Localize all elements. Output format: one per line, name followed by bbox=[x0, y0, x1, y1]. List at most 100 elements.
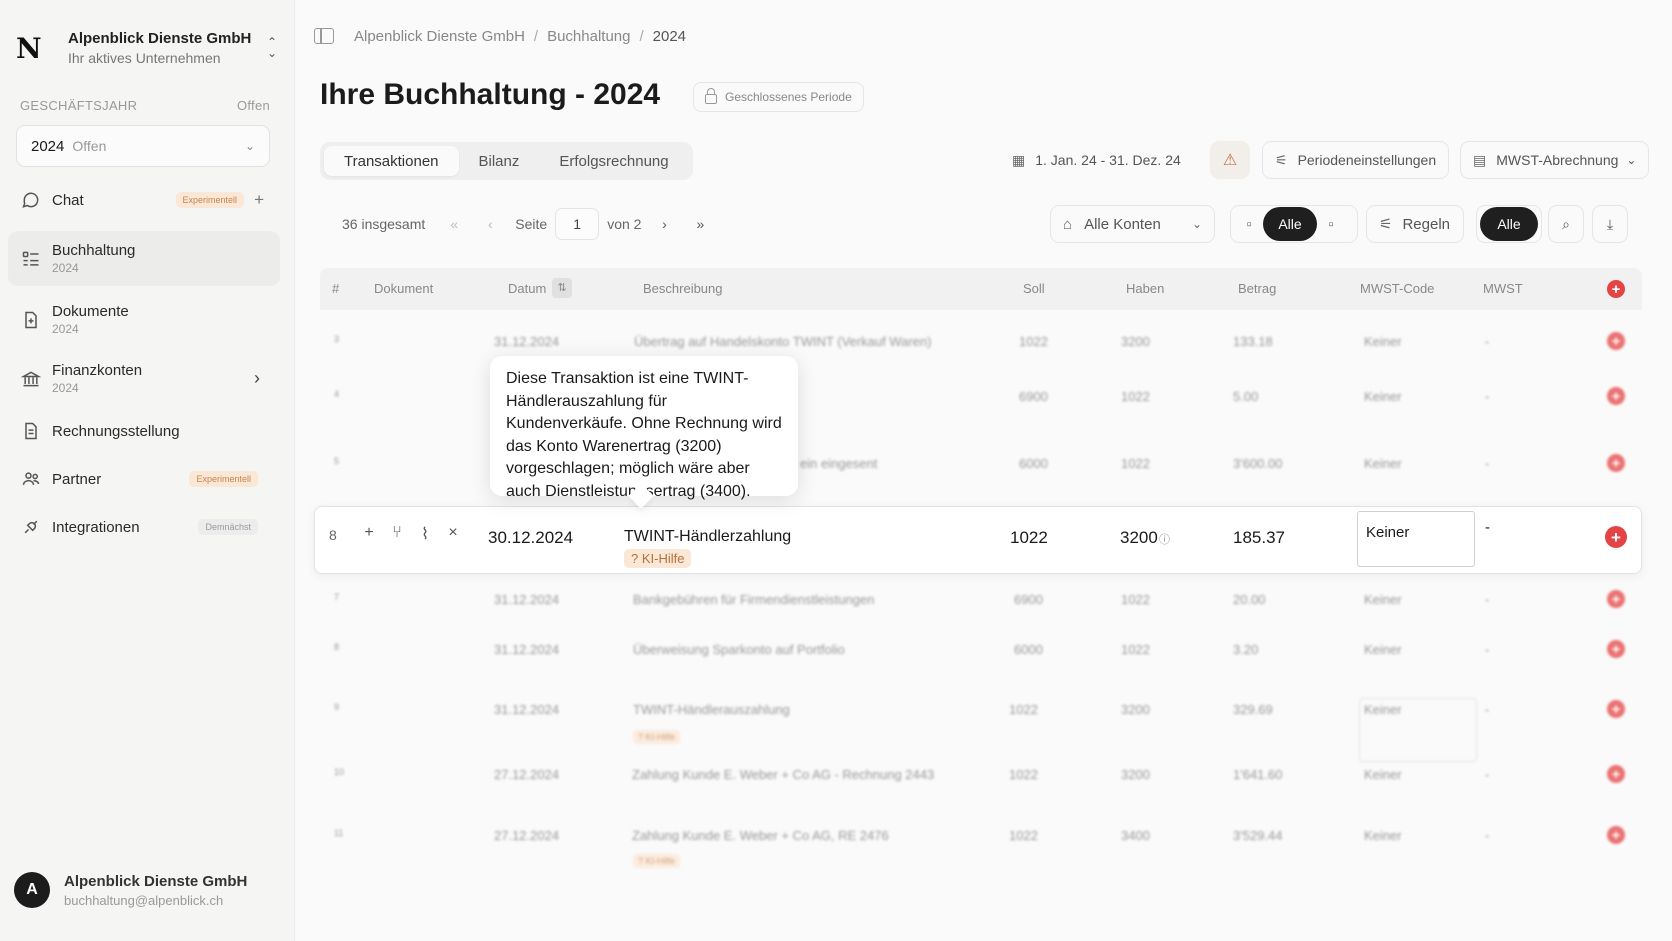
rules-button[interactable]: ⚟ Regeln bbox=[1366, 205, 1464, 243]
row-credit: 3200 bbox=[1121, 334, 1150, 349]
document-icon: ▤ bbox=[1473, 151, 1487, 168]
row-debit: 6000 bbox=[1014, 642, 1043, 657]
focused-table-row[interactable]: 8 + ⑂ ⌇ × 30.12.2024 TWINT-Händlerzahlun… bbox=[314, 506, 1642, 574]
row-debit: 1022 bbox=[1019, 334, 1048, 349]
sidebar-item-finanzkonten[interactable]: Finanzkonten 2024 › bbox=[8, 351, 280, 406]
info-icon[interactable]: ⓘ bbox=[1159, 531, 1170, 547]
users-icon bbox=[20, 468, 42, 490]
last-page-icon[interactable]: » bbox=[687, 211, 713, 237]
ki-help-tag[interactable]: ? KI-Hilfe bbox=[624, 549, 692, 568]
sidebar-item-integrationen[interactable]: Integrationen Demnächst bbox=[8, 509, 280, 545]
row-num: 7 bbox=[334, 592, 340, 602]
vat-report-button[interactable]: ▤ MWST-Abrechnung ⌄ bbox=[1460, 141, 1650, 179]
chevron-right-icon[interactable]: › bbox=[254, 368, 260, 389]
ki-help-tooltip: Diese Transaktion ist eine TWINT-Händler… bbox=[490, 356, 798, 500]
sidebar-item-chat[interactable]: Chat Experimentell + bbox=[8, 182, 280, 218]
sidebar-item-label: Buchhaltung bbox=[52, 242, 136, 259]
document-filter-all[interactable]: Alle bbox=[1263, 207, 1317, 241]
add-row-icon[interactable]: + bbox=[1607, 765, 1625, 783]
search-icon[interactable]: ⌕ bbox=[1548, 205, 1584, 243]
accounts-filter[interactable]: ⌂ Alle Konten ⌄ bbox=[1050, 205, 1215, 243]
row-debit[interactable]: 1022 bbox=[1010, 528, 1048, 548]
row-vat: - bbox=[1485, 828, 1490, 843]
sidebar-item-sub: 2024 bbox=[52, 322, 79, 336]
first-page-icon[interactable]: « bbox=[441, 211, 467, 237]
add-row-icon[interactable]: + bbox=[1605, 526, 1627, 548]
tab-erfolgsrechnung[interactable]: Erfolgsrechnung bbox=[539, 146, 688, 176]
all-filter-button[interactable]: Alle bbox=[1480, 207, 1538, 241]
fiscal-year-header: GESCHÄFTSJAHR Offen bbox=[20, 98, 270, 113]
row-description: Überweisung Sparkonto auf Portfolio bbox=[633, 642, 845, 657]
close-icon[interactable]: × bbox=[439, 524, 467, 544]
page-number-input[interactable]: 1 bbox=[555, 208, 600, 240]
row-amount[interactable]: 185.37 bbox=[1233, 528, 1285, 548]
warning-icon[interactable]: ⚠ bbox=[1210, 141, 1250, 179]
row-description[interactable]: TWINT-Händlerzahlung bbox=[624, 528, 791, 546]
row-num: 3 bbox=[334, 334, 340, 344]
add-row-icon[interactable]: + bbox=[1607, 826, 1625, 844]
col-description[interactable]: Beschreibung bbox=[643, 281, 723, 296]
row-date: 31.12.2024 bbox=[494, 334, 560, 349]
row-date: 31.12.2024 bbox=[494, 642, 560, 657]
add-row-icon[interactable]: + bbox=[1607, 700, 1625, 718]
add-row-icon[interactable]: + bbox=[1607, 332, 1625, 350]
col-date[interactable]: Datum bbox=[508, 281, 546, 296]
add-row-icon[interactable]: + bbox=[1607, 387, 1625, 405]
chevron-up-down-icon[interactable]: ⌃ ⌄ bbox=[262, 34, 282, 62]
paperclip-icon[interactable]: ⌇ bbox=[411, 524, 439, 544]
row-vat-code: Keiner bbox=[1364, 828, 1402, 843]
ki-hint-tag[interactable]: ? KI-Hilfe bbox=[633, 730, 681, 744]
next-page-icon[interactable]: › bbox=[651, 211, 677, 237]
row-debit: 1022 bbox=[1009, 767, 1038, 782]
breadcrumb-item[interactable]: Buchhaltung bbox=[547, 28, 630, 45]
tab-transaktionen[interactable]: Transaktionen bbox=[324, 146, 459, 176]
plus-icon[interactable]: + bbox=[355, 524, 383, 544]
row-date: 31.12.2024 bbox=[494, 592, 560, 607]
period-settings-button[interactable]: ⚟ Periodeneinstellungen bbox=[1262, 141, 1450, 179]
ki-hint-tag[interactable]: ? KI-Hilfe bbox=[633, 854, 681, 868]
workspace-switcher[interactable]: N Alpenblick Dienste GmbH Ihr aktives Un… bbox=[16, 22, 282, 74]
document-missing-icon[interactable]: ▫ bbox=[1235, 216, 1263, 233]
user-profile[interactable]: A Alpenblick Dienste GmbH buchhaltung@al… bbox=[14, 872, 247, 908]
row-debit: 1022 bbox=[1009, 702, 1038, 717]
row-date[interactable]: 30.12.2024 bbox=[488, 528, 573, 548]
plus-icon[interactable]: + bbox=[254, 190, 264, 210]
date-range-picker[interactable]: ▦ 1. Jan. 24 - 31. Dez. 24 bbox=[1000, 141, 1193, 179]
vat-code-input[interactable]: Keiner bbox=[1357, 511, 1475, 567]
document-icon bbox=[20, 309, 42, 331]
row-amount: 1'641.60 bbox=[1233, 767, 1283, 782]
sidebar-item-label: Rechnungsstellung bbox=[52, 422, 180, 440]
period-settings-label: Periodeneinstellungen bbox=[1297, 152, 1437, 168]
row-debit: 6900 bbox=[1019, 389, 1048, 404]
row-vat-code: Keiner bbox=[1364, 456, 1402, 471]
sidebar-item-rechnungsstellung[interactable]: Rechnungsstellung bbox=[8, 413, 280, 449]
breadcrumb-item[interactable]: Alpenblick Dienste GmbH bbox=[354, 28, 525, 45]
fiscal-year-select[interactable]: 2024 Offen ⌄ bbox=[16, 125, 270, 167]
download-icon[interactable]: ⤓ bbox=[1592, 205, 1628, 243]
split-icon[interactable]: ⑂ bbox=[383, 524, 411, 544]
sidebar-item-dokumente[interactable]: Dokumente 2024 bbox=[8, 292, 280, 347]
prev-page-icon[interactable]: ‹ bbox=[477, 211, 503, 237]
fiscal-year-selected-status: Offen bbox=[72, 138, 107, 154]
page-of-label: von 2 bbox=[607, 216, 642, 232]
closed-period-badge: Geschlossenes Periode bbox=[693, 82, 864, 112]
tab-bilanz[interactable]: Bilanz bbox=[459, 146, 540, 176]
add-row-icon[interactable]: + bbox=[1607, 590, 1625, 608]
document-attached-icon[interactable]: ▫ bbox=[1317, 216, 1345, 233]
row-credit: 1022 bbox=[1121, 456, 1150, 471]
row-num: 8 bbox=[329, 527, 337, 543]
add-row-icon[interactable]: + bbox=[1607, 280, 1625, 298]
sidebar-item-sub: 2024 bbox=[52, 261, 79, 275]
add-row-icon[interactable]: + bbox=[1607, 454, 1625, 472]
sort-icon[interactable]: ⇅ bbox=[552, 278, 572, 298]
period-badge-label: Geschlossenes Periode bbox=[725, 90, 852, 104]
sidebar-item-partner[interactable]: Partner Experimentell bbox=[8, 461, 280, 497]
sidebar-toggle-icon[interactable] bbox=[314, 28, 334, 44]
document-filter-group: ▫ Alle ▫ bbox=[1230, 205, 1358, 243]
avatar: A bbox=[14, 872, 50, 908]
breadcrumb: Alpenblick Dienste GmbH / Buchhaltung / … bbox=[314, 24, 686, 48]
sidebar-item-buchhaltung[interactable]: Buchhaltung 2024 bbox=[8, 231, 280, 286]
row-vat: - bbox=[1485, 702, 1490, 717]
row-credit[interactable]: 3200 bbox=[1120, 528, 1158, 548]
add-row-icon[interactable]: + bbox=[1607, 640, 1625, 658]
